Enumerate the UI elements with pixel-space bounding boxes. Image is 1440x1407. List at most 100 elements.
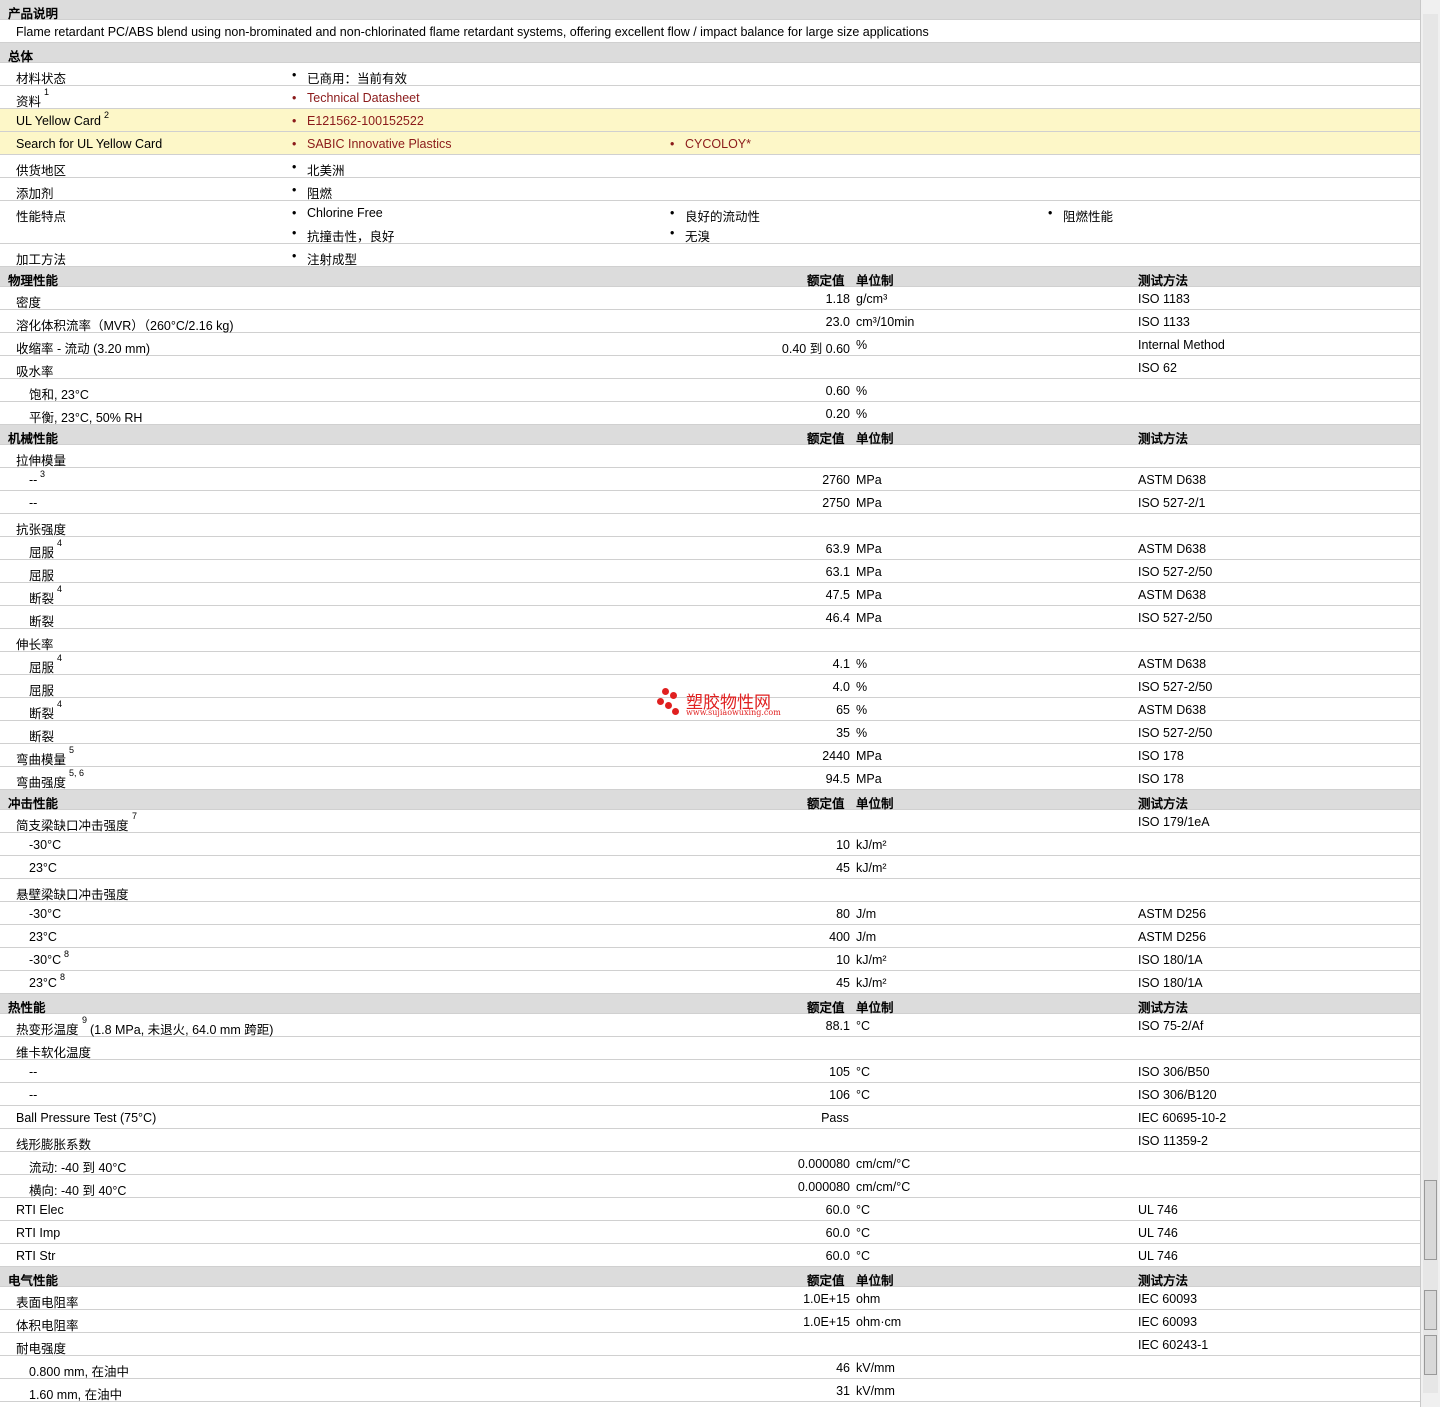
property-row: 溶化体积流率（MVR）（260°C/2.16 kg) 23.0 cm³/10min I… [0,310,1420,333]
property-row: 悬壁梁缺口冲击强度 [0,879,1420,902]
property-value: 400 [829,930,850,944]
property-label: 简支梁缺口冲击强度 [16,819,129,833]
property-value: 2440 [822,749,850,763]
test-method: ISO 11359-2 [1138,1134,1208,1148]
link-value[interactable]: SABIC Innovative Plastics [292,137,452,151]
scrollbar-thumb[interactable] [1424,1180,1437,1260]
property-value: 60.0 [825,1226,850,1240]
property-row: 饱和, 23°C 0.60% [0,379,1420,402]
general-label: 性能特点 [16,210,67,224]
property-section-header: 电气性能 额定值 单位制 测试方法 [0,1267,1420,1288]
test-method: ASTM D638 [1138,657,1207,671]
test-method: ISO 527-2/50 [1138,680,1213,694]
vertical-scrollbar[interactable] [1420,0,1440,1407]
property-unit: MPa [856,588,882,602]
general-label: 加工方法 [16,253,67,267]
property-row: RTI Str 60.0 °C UL 746 [0,1244,1420,1267]
property-label: 伸长率 [16,638,54,652]
property-unit: ohm [856,1292,881,1306]
link-value[interactable]: Technical Datasheet [292,91,420,105]
test-method: UL 746 [1138,1203,1178,1217]
property-label: 表面电阻率 [16,1296,79,1310]
link-value[interactable]: E121562-100152522 [292,114,424,128]
scrollbar-thumb[interactable] [1424,1290,1437,1330]
test-method: Internal Method [1138,338,1225,352]
property-unit: MPa [856,565,882,579]
test-method: IEC 60093 [1138,1315,1198,1329]
general-label: UL Yellow Card [16,114,102,128]
general-value: 阻燃性能 [1048,206,1113,225]
property-label: 屈服 [29,569,55,583]
property-label: -30°C [29,907,62,921]
property-row: 屈服 4 63.9 MPa ASTM D638 [0,537,1420,560]
property-label: 吸水率 [16,365,54,379]
property-label: 屈服 [29,684,55,698]
property-unit: g/cm³ [856,292,888,306]
property-unit: cm³/10min [856,315,915,329]
property-label: 溶化体积流率（MVR）（260°C/2.16 kg) [16,319,234,333]
property-label: 断裂 [29,615,55,629]
property-row: 体积电阻率 1.0E+15 ohm·cm IEC 60093 [0,1310,1420,1333]
property-value: 2760 [822,473,850,487]
general-value: 注射成型 [292,249,357,268]
property-unit: kV/mm [856,1384,895,1398]
description-text: Flame retardant PC/ABS blend using non-b… [16,25,929,39]
property-unit: MPa [856,542,882,556]
property-label: 收缩率 - 流动 (3.20 mm) [16,342,151,356]
test-method: ISO 75-2/Af [1138,1019,1204,1033]
property-value: 46.4 [825,611,850,625]
footnote-ref: 2 [104,110,110,120]
property-value: 10 [836,953,850,967]
property-unit: °C [856,1019,871,1033]
test-method: ISO 306/B120 [1138,1088,1217,1102]
property-label: 平衡, 23°C, 50% RH [29,411,143,425]
property-label: 23°C [29,861,57,875]
property-value: 63.9 [825,542,850,556]
property-unit: kV/mm [856,1361,895,1375]
link-value[interactable]: CYCOLOY* [670,137,751,151]
property-unit: °C [856,1088,871,1102]
property-row: 吸水率 ISO 62 [0,356,1420,379]
property-row: 屈服 4 4.1% ASTM D638 [0,652,1420,675]
property-row: -30°C 80 J/m ASTM D256 [0,902,1420,925]
footnote-ref: 5 [69,745,75,755]
property-row: 平衡, 23°C, 50% RH 0.20% [0,402,1420,425]
test-method: ASTM D638 [1138,588,1207,602]
property-label: 密度 [16,296,42,310]
general-value: Chlorine Free [292,206,383,220]
property-label: 体积电阻率 [16,1319,79,1333]
property-row: 屈服 63.1 MPa ISO 527-2/50 [0,560,1420,583]
property-value: 63.1 [825,565,850,579]
test-method: ISO 1183 [1138,292,1190,306]
test-method: ISO 527-2/50 [1138,726,1213,740]
test-method: ISO 180/1A [1138,953,1203,967]
test-method: ASTM D638 [1138,473,1207,487]
general-label: 添加剂 [16,187,54,201]
property-label: RTI Imp [16,1226,61,1240]
property-unit: °C [856,1226,871,1240]
property-unit: °C [856,1203,871,1217]
watermark-url: www.sujiaowuxing.com [686,708,781,717]
test-method: ISO 180/1A [1138,976,1203,990]
general-row: 性能特点 Chlorine Free 良好的流动性 阻燃性能抗撞击性，良好 无溴 [0,201,1420,244]
property-unit: cm/cm/°C [856,1157,911,1171]
property-value: 1.18 [825,292,850,306]
footnote-ref: 5, 6 [69,768,85,778]
property-row: 断裂 4 47.5 MPa ASTM D638 [0,583,1420,606]
property-label: -- [29,496,38,510]
scrollbar-thumb[interactable] [1424,1335,1437,1375]
property-value: 60.0 [825,1249,850,1263]
property-value: 106 [829,1088,850,1102]
property-row: Ball Pressure Test (75°C) Pass IEC 60695-1… [0,1106,1420,1129]
test-method: ASTM D256 [1138,907,1207,921]
property-value: 2750 [822,496,850,510]
general-row: UL Yellow Card2 E121562-100152522 [0,109,1420,132]
property-value: 1.0E+15 [803,1315,850,1329]
property-unit: MPa [856,611,882,625]
property-label: -30°C [29,838,62,852]
property-row: -- 3 2760 MPa ASTM D638 [0,468,1420,491]
property-value: 31 [836,1384,850,1398]
general-row: Search for UL Yellow Card SABIC Innovativ… [0,132,1420,155]
property-value: 35 [836,726,850,740]
general-label: 资料 [16,95,42,109]
